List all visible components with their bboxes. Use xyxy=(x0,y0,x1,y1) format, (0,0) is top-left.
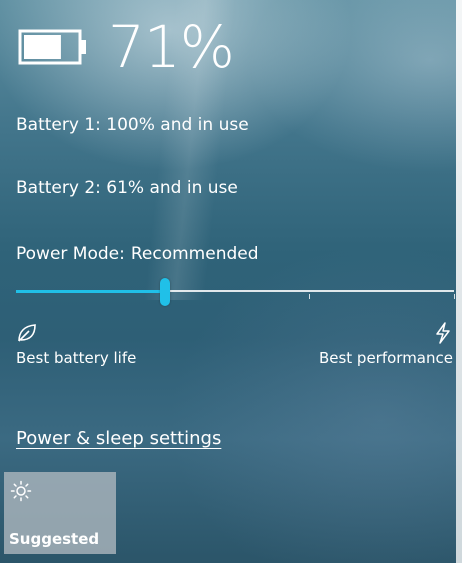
leaf-icon xyxy=(18,324,36,342)
lightning-icon xyxy=(436,322,450,344)
slider-tick xyxy=(453,294,455,299)
power-mode-slider[interactable] xyxy=(16,278,455,306)
slider-fill xyxy=(16,290,165,293)
battery-percent: 71% xyxy=(108,13,235,81)
power-sleep-settings-link[interactable]: Power & sleep settings xyxy=(16,428,221,449)
slider-thumb[interactable] xyxy=(159,278,170,306)
brightness-sun-icon xyxy=(10,480,32,502)
best-performance-label: Best performance xyxy=(318,349,453,367)
power-mode-value: Recommended xyxy=(130,244,259,264)
battery-2-status: Battery 2: 61% and in use xyxy=(16,178,238,198)
quick-action-tile-suggested[interactable]: Suggested xyxy=(4,472,116,554)
panel-edge xyxy=(456,0,462,563)
best-battery-life-label: Best battery life xyxy=(16,349,137,367)
power-mode-heading: Power Mode: Recommended xyxy=(16,244,259,264)
battery-header: 71% xyxy=(18,13,235,81)
power-mode-label: Power Mode: xyxy=(16,244,125,264)
tile-label: Suggested xyxy=(9,530,100,548)
battery-1-status: Battery 1: 100% and in use xyxy=(16,115,249,135)
battery-icon xyxy=(18,29,86,65)
slider-tick xyxy=(308,294,310,299)
